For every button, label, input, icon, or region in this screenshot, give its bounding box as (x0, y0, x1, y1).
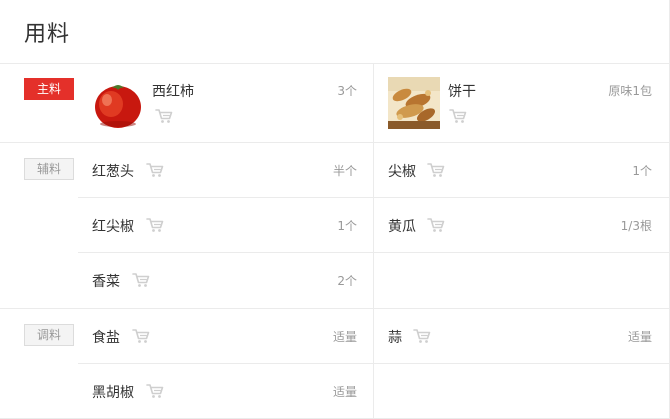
shopping-cart-icon[interactable] (132, 328, 150, 344)
shopping-cart-icon[interactable] (146, 217, 164, 233)
ingredient-name[interactable]: 黑胡椒 (92, 382, 134, 402)
ingredients-panel: 用料 主料 西红柿 3个 饼干 原味1包 辅料 红葱头 半个 尖椒 1个 红尖椒… (0, 0, 670, 419)
shopping-cart-icon[interactable] (132, 272, 150, 288)
divider (373, 63, 374, 419)
ingredient-name[interactable]: 食盐 (92, 327, 120, 347)
divider (0, 308, 670, 309)
ingredient-name[interactable]: 蒜 (388, 327, 402, 347)
divider (0, 142, 670, 143)
shopping-cart-icon[interactable] (413, 328, 431, 344)
shopping-cart-icon[interactable] (155, 108, 173, 124)
section-label-main: 主料 (24, 78, 74, 100)
ingredient-qty: 1个 (337, 219, 357, 233)
divider (78, 252, 670, 253)
shopping-cart-icon[interactable] (427, 217, 445, 233)
shopping-cart-icon[interactable] (449, 108, 467, 124)
ingredient-qty: 原味1包 (608, 84, 652, 98)
ingredient-name[interactable]: 西红柿 (152, 81, 194, 101)
ingredient-name[interactable]: 红尖椒 (92, 216, 134, 236)
ingredient-qty: 适量 (627, 330, 652, 344)
divider (78, 197, 670, 198)
section-label-seasoning: 调料 (24, 324, 74, 346)
ingredient-qty: 1个 (632, 164, 652, 178)
shopping-cart-icon[interactable] (427, 162, 445, 178)
ingredient-qty: 3个 (337, 84, 357, 98)
shopping-cart-icon[interactable] (146, 162, 164, 178)
ingredient-qty: 2个 (337, 274, 357, 288)
page-title: 用料 (24, 22, 71, 47)
ingredient-name[interactable]: 黄瓜 (388, 216, 416, 236)
ingredient-name[interactable]: 尖椒 (388, 161, 416, 181)
section-label-auxiliary: 辅料 (24, 158, 74, 180)
ingredient-qty: 半个 (332, 164, 357, 178)
ingredient-name[interactable]: 香菜 (92, 271, 120, 291)
tomato-image (92, 78, 144, 130)
ingredient-name[interactable]: 饼干 (448, 81, 476, 101)
ingredient-qty: 1/3根 (620, 219, 652, 233)
divider (78, 363, 670, 364)
ingredient-name[interactable]: 红葱头 (92, 161, 134, 181)
shopping-cart-icon[interactable] (146, 383, 164, 399)
ingredient-qty: 适量 (332, 330, 357, 344)
biscuit-image (388, 77, 440, 129)
divider (0, 63, 670, 64)
ingredient-qty: 适量 (332, 385, 357, 399)
